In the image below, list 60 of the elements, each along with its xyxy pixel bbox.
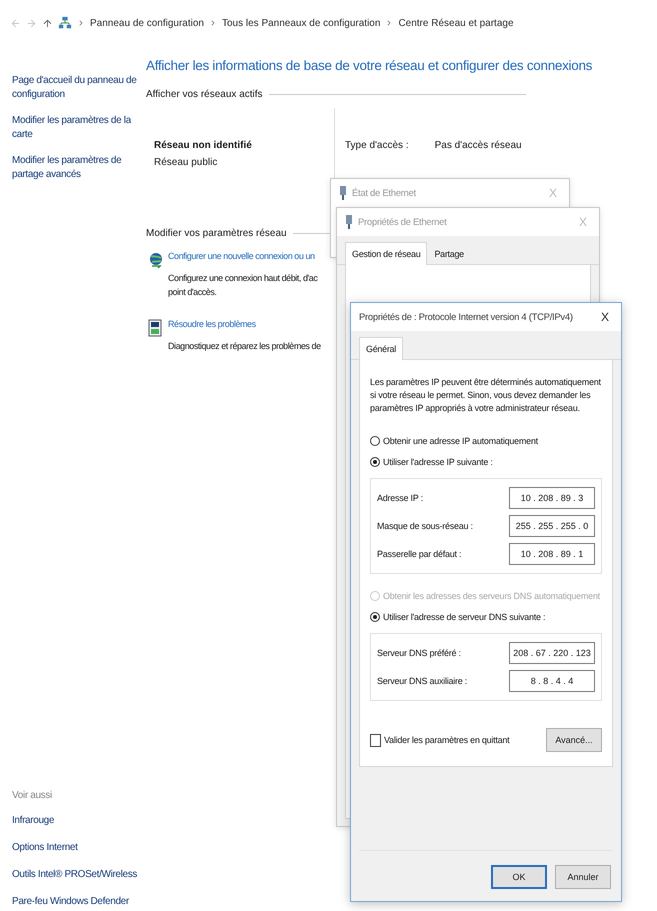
access-value: Pas d'accès réseau	[434, 140, 522, 151]
task-link[interactable]: Résoudre les problèmes	[168, 319, 256, 337]
task-description: Diagnostiquez et réparez les problèmes de	[168, 341, 321, 351]
ip-address-field[interactable]: 208 . 67 . 220 . 123	[509, 642, 595, 664]
radio-label: Obtenir une adresse IP automatiquement	[383, 436, 538, 446]
sidebar-link[interactable]: Modifier les paramètres de la carte	[12, 114, 142, 142]
window-title: État de Ethernet	[352, 188, 417, 198]
network-type: Réseau public	[154, 157, 218, 168]
breadcrumb-link[interactable]: Panneau de configuration	[90, 18, 204, 28]
advanced-button[interactable]: Avancé...	[546, 728, 602, 752]
tab[interactable]: Gestion de réseau	[345, 242, 428, 265]
sidebar-link[interactable]: Page d'accueil du panneau de configuration	[12, 74, 142, 102]
network-name: Réseau non identifié	[154, 140, 253, 151]
see-also-link[interactable]: Pare-feu Windows Defender	[12, 895, 142, 909]
ip-address-field[interactable]: 8 . 8 . 4 . 4	[509, 670, 595, 692]
access-label: Type d'accès :	[345, 140, 409, 151]
section-heading: Modifier vos paramètres réseau	[146, 228, 287, 239]
adapter-icon	[345, 215, 353, 229]
sidebar-link[interactable]: Modifier les paramètres de partage avancés	[12, 154, 142, 182]
monitor-icon	[148, 319, 162, 337]
globe-icon	[148, 251, 164, 269]
see-also-heading: Voir aussi	[12, 790, 53, 801]
task-description: point d'accès.	[168, 287, 216, 297]
network-icon	[58, 16, 72, 30]
checkbox-label: Valider les paramètres en quittant	[384, 735, 510, 745]
dialog-button[interactable]: OK	[491, 865, 547, 889]
field-label: Adresse IP :	[377, 493, 423, 503]
task-link[interactable]: Configurer une nouvelle connexion ou un	[168, 251, 315, 269]
radio-label: Utiliser l'adresse de serveur DNS suivante :	[383, 612, 546, 622]
field-label: Serveur DNS auxiliaire :	[377, 676, 468, 686]
tab[interactable]: Partage	[427, 242, 471, 265]
ip-address-field[interactable]: 10 . 208 . 89 . 3	[509, 487, 595, 509]
ip-address-field[interactable]: 10 . 208 . 89 . 1	[509, 543, 595, 565]
radio-button[interactable]	[370, 457, 380, 467]
section-heading: Afficher vos réseaux actifs	[146, 89, 263, 100]
ip-address-field[interactable]: 255 . 255 . 255 . 0	[509, 515, 595, 537]
see-also-link[interactable]: Outils Intel® PROSet/Wireless	[12, 868, 142, 882]
radio-label: Obtenir les adresses des serveurs DNS automatiquement	[383, 591, 600, 601]
radio-label: Utiliser l'adresse IP suivante :	[383, 457, 493, 467]
tab[interactable]: Général	[359, 337, 403, 360]
breadcrumb-link[interactable]: Tous les Panneaux de configuration	[222, 18, 380, 28]
see-also-link[interactable]: Options Internet	[12, 841, 142, 855]
window-title: Propriétés de : Protocole Internet version 4 (TCP/IPv4)	[359, 312, 574, 322]
chevron-icon	[77, 19, 85, 27]
checkbox[interactable]	[370, 734, 381, 746]
field-label: Masque de sous-réseau :	[377, 521, 473, 531]
radio-button[interactable]	[370, 436, 380, 446]
close-button[interactable]: X	[596, 310, 613, 324]
description-text: Les paramètres IP peuvent être déterminés automatiquement si votre réseau le permet. Sinon, vous devez demander les paramètres IP appropriés à votre administrateur réseau.	[370, 376, 602, 415]
field-label: Serveur DNS préféré :	[377, 648, 461, 658]
window-title: Propriétés de Ethernet	[358, 216, 448, 228]
up-icon[interactable]	[42, 18, 53, 28]
adapter-icon	[339, 186, 347, 200]
task-description: Configurez une connexion haut débit, d'ac	[168, 273, 318, 283]
dialog-button[interactable]: Annuler	[555, 865, 611, 889]
breadcrumb-link[interactable]: Centre Réseau et partage	[398, 18, 514, 28]
see-also-link[interactable]: Infrarouge	[12, 814, 142, 828]
radio-button[interactable]	[370, 612, 380, 622]
field-label: Passerelle par défaut :	[377, 549, 462, 559]
page-title: Afficher les informations de base de votre réseau et configurer des connexions	[146, 58, 594, 73]
